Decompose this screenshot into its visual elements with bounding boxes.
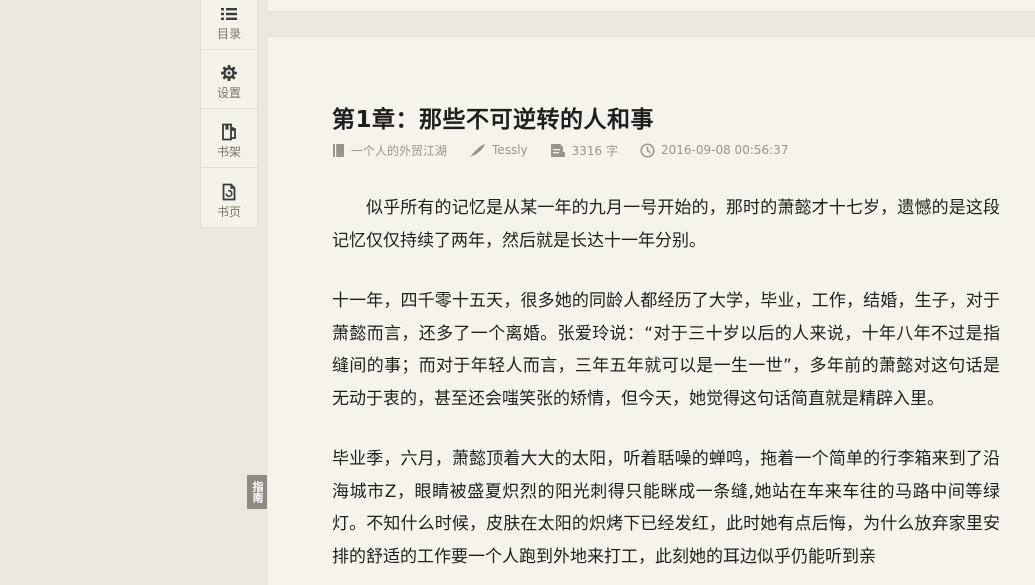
guide-tab[interactable]: 指南 <box>247 475 267 509</box>
sidebar-item-label: 设置 <box>216 86 241 100</box>
sidebar: 目录 设置 书架 书页 <box>200 0 258 228</box>
sidebar-item-label: 书页 <box>216 205 241 219</box>
previous-page-edge <box>268 0 1035 12</box>
document-icon <box>550 143 565 157</box>
meta-book[interactable]: 一个人的外贸江湖 <box>332 142 447 159</box>
quill-icon <box>470 143 486 157</box>
book-name: 一个人的外贸江湖 <box>351 143 448 158</box>
reading-pane: 第1章：那些不可逆转的人和事 一个人的外贸江湖 Tessly 3316 字 20… <box>268 36 1035 585</box>
gear-icon <box>221 65 237 81</box>
clock-icon <box>640 142 655 158</box>
word-count: 3316 字 <box>571 143 618 158</box>
book-icon <box>333 143 344 157</box>
sidebar-item-label: 书架 <box>216 145 241 159</box>
chapter-title: 第1章：那些不可逆转的人和事 <box>332 107 655 133</box>
chapter-body: 似乎所有的记忆是从某一年的九月一号开始的，那时的萧懿才十七岁，遗憾的是这段记忆仅… <box>332 192 1000 585</box>
paragraph: 十一年，四千零十五天，很多她的同龄人都经历了大学，毕业，工作，结婚，生子，对于萧… <box>332 291 1000 409</box>
sidebar-item-book-page[interactable]: 书页 <box>201 168 257 227</box>
sidebar-item-bookshelf[interactable]: 书架 <box>201 109 257 168</box>
author-name: Tessly <box>492 143 528 157</box>
chapter-meta: 一个人的外贸江湖 Tessly 3316 字 2016-09-08 00:56:… <box>332 141 810 159</box>
meta-datetime: 2016-09-08 00:56:37 <box>640 142 789 158</box>
sidebar-item-toc[interactable]: 目录 <box>201 0 257 50</box>
list-icon <box>221 8 237 20</box>
meta-word-count: 3316 字 <box>550 142 618 159</box>
sidebar-item-label: 目录 <box>216 27 241 41</box>
bookshelf-icon <box>222 123 236 141</box>
book-page-icon <box>222 183 236 201</box>
publish-datetime: 2016-09-08 00:56:37 <box>661 143 789 157</box>
paragraph: 似乎所有的记忆是从某一年的九月一号开始的，那时的萧懿才十七岁，遗憾的是这段记忆仅… <box>332 198 1000 251</box>
meta-author[interactable]: Tessly <box>469 143 528 158</box>
sidebar-item-settings[interactable]: 设置 <box>201 50 257 109</box>
paragraph: 毕业季，六月，萧懿顶着大大的太阳，听着聒噪的蝉鸣，拖着一个简单的行李箱来到了沿海… <box>332 449 1000 567</box>
